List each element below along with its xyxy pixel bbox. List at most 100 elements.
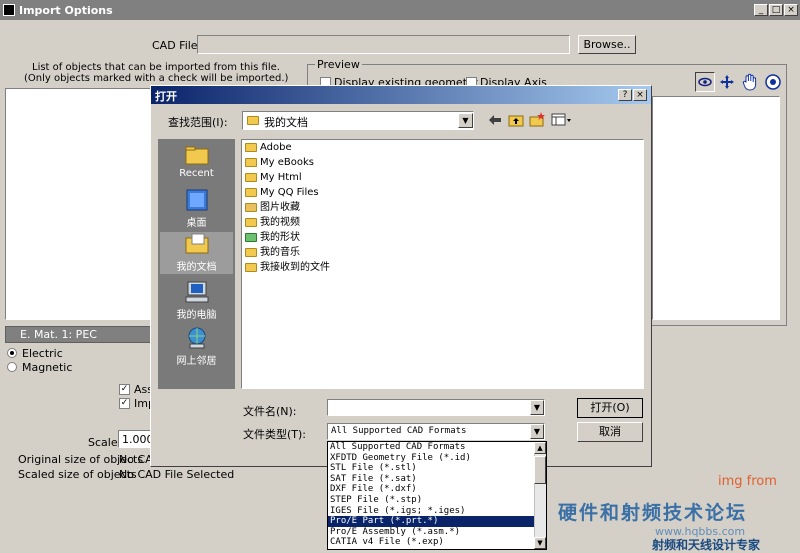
filetype-option[interactable]: IGES File (*.igs; *.iges) [328,506,546,517]
lookin-value: 我的文档 [264,116,308,129]
place-my-computer[interactable]: 我的电脑 [160,280,233,321]
watermark-bottom: 射频和天线设计专家 [652,538,761,552]
scroll-thumb[interactable] [534,456,546,484]
list-item[interactable]: 图片收藏 [245,200,330,215]
lookin-folder-icon [247,116,259,125]
place-recent[interactable]: Recent [160,144,233,179]
desktop-icon [186,189,207,211]
assign-checkbox[interactable]: ✓ [119,384,130,395]
folder-icon [245,262,257,272]
watermark-img-from: img from [718,474,777,489]
scaled-size-value: No CAD File Selected [119,468,235,481]
zoom-all-icon[interactable] [764,73,782,91]
folder-icon [245,187,257,197]
filetype-value: All Supported CAD Formats [331,426,467,436]
place-label: 我的文档 [176,262,217,273]
filetype-option[interactable]: STEP File (*.stp) [328,495,546,506]
filetype-option[interactable]: Pro/E Assembly (*.asm.*) [328,527,546,538]
new-folder-icon[interactable] [529,112,545,127]
preview-canvas[interactable] [652,96,780,320]
preview-label: Preview [315,58,362,71]
lookin-label: 查找范围(I): [168,116,228,129]
magnetic-label: Magnetic [22,361,73,374]
filename-label: 文件名(N): [243,405,297,418]
maximize-button[interactable]: □ [769,4,783,16]
app-icon [3,4,15,16]
filename-input[interactable] [327,399,545,416]
folder-icon [245,172,257,182]
list-caption-line2: (Only objects marked with a check will b… [24,73,289,84]
folder-icon [245,142,257,152]
filetype-option[interactable]: XFDTD Geometry File (*.id) [328,453,546,464]
filetype-option[interactable]: STL File (*.stl) [328,463,546,474]
list-item[interactable]: 我的视频 [245,215,330,230]
place-desktop[interactable]: 桌面 [160,188,233,229]
open-button[interactable]: 打开(O) [577,398,643,418]
cad-file-label: CAD File [152,39,198,52]
list-item[interactable]: 我的音乐 [245,245,330,260]
magnetic-radio[interactable] [7,362,17,372]
filetype-dropdown-list: All Supported CAD Formats XFDTD Geometry… [327,441,547,550]
list-item[interactable]: My QQ Files [245,185,330,200]
main-title: Import Options [19,4,113,17]
import-checkbox[interactable]: ✓ [119,398,130,409]
place-my-documents[interactable]: 我的文档 [160,232,233,274]
eye-icon [698,77,712,87]
place-label: Recent [179,168,214,179]
move-icon[interactable] [719,74,735,90]
material-value: E. Mat. 1: PEC [20,328,97,341]
filetype-option[interactable]: CATIA v4 File (*.exp) [328,537,546,548]
cad-file-input[interactable] [197,35,570,54]
view-rotate-button[interactable] [695,72,715,92]
folder-icon [245,157,257,167]
recent-folder-icon [185,146,208,165]
up-folder-icon[interactable] [508,113,524,127]
filetype-label: 文件类型(T): [243,428,307,441]
watermark-chinese: 硬件和射频技术论坛 [558,502,748,524]
scroll-up-button[interactable]: ▲ [534,442,546,454]
filetype-option[interactable]: SAT File (*.sat) [328,474,546,485]
file-items: Adobe My eBooks My Html My QQ Files 图片收藏… [245,140,330,275]
folder-icon [245,217,257,227]
filetype-option[interactable]: All Supported CAD Formats [328,442,546,453]
place-label: 网上邻居 [176,356,217,367]
place-network[interactable]: 网上邻居 [160,326,233,367]
picture-folder-icon [245,202,257,212]
open-dialog-title: 打开 [155,90,177,103]
cancel-button[interactable]: 取消 [577,422,643,442]
filetype-option-selected[interactable]: Pro/E Part (*.prt.*) [328,516,546,527]
scale-label: Scale [88,436,118,449]
electric-radio[interactable] [7,348,17,358]
lookin-dropdown-button[interactable]: ▼ [458,113,473,128]
main-title-bar [0,0,800,20]
computer-icon [185,281,208,303]
filetype-option[interactable]: DXF File (*.dxf) [328,484,546,495]
scroll-down-button[interactable]: ▼ [534,537,546,549]
scale-input[interactable]: 1.000 [118,430,154,448]
minimize-button[interactable]: _ [754,4,768,16]
list-item[interactable]: My Html [245,170,330,185]
place-label: 桌面 [186,218,207,229]
list-caption-line1: List of objects that can be imported fro… [32,62,280,73]
dialog-help-button[interactable]: ? [618,89,632,101]
close-button[interactable]: × [784,4,798,16]
list-item[interactable]: 我的形状 [245,230,330,245]
electric-label: Electric [22,347,63,360]
objects-list[interactable] [5,88,155,320]
network-icon [188,327,205,349]
open-dialog-title-bar [151,86,651,104]
browse-button[interactable]: Browse.. [578,35,636,54]
back-arrow-icon[interactable] [488,114,502,126]
dialog-close-button[interactable]: × [633,89,647,101]
view-menu-icon[interactable] [551,113,573,127]
place-label: 我的电脑 [176,310,217,321]
list-item[interactable]: 我接收到的文件 [245,260,330,275]
documents-folder-icon [185,233,208,254]
hand-icon[interactable] [742,73,758,91]
list-item[interactable]: My eBooks [245,155,330,170]
list-item[interactable]: Adobe [245,140,330,155]
music-folder-icon [245,247,257,257]
filetype-dropdown-button[interactable]: ▼ [530,424,544,439]
shapes-folder-icon [245,232,257,242]
filename-dropdown-button[interactable]: ▼ [530,400,544,415]
